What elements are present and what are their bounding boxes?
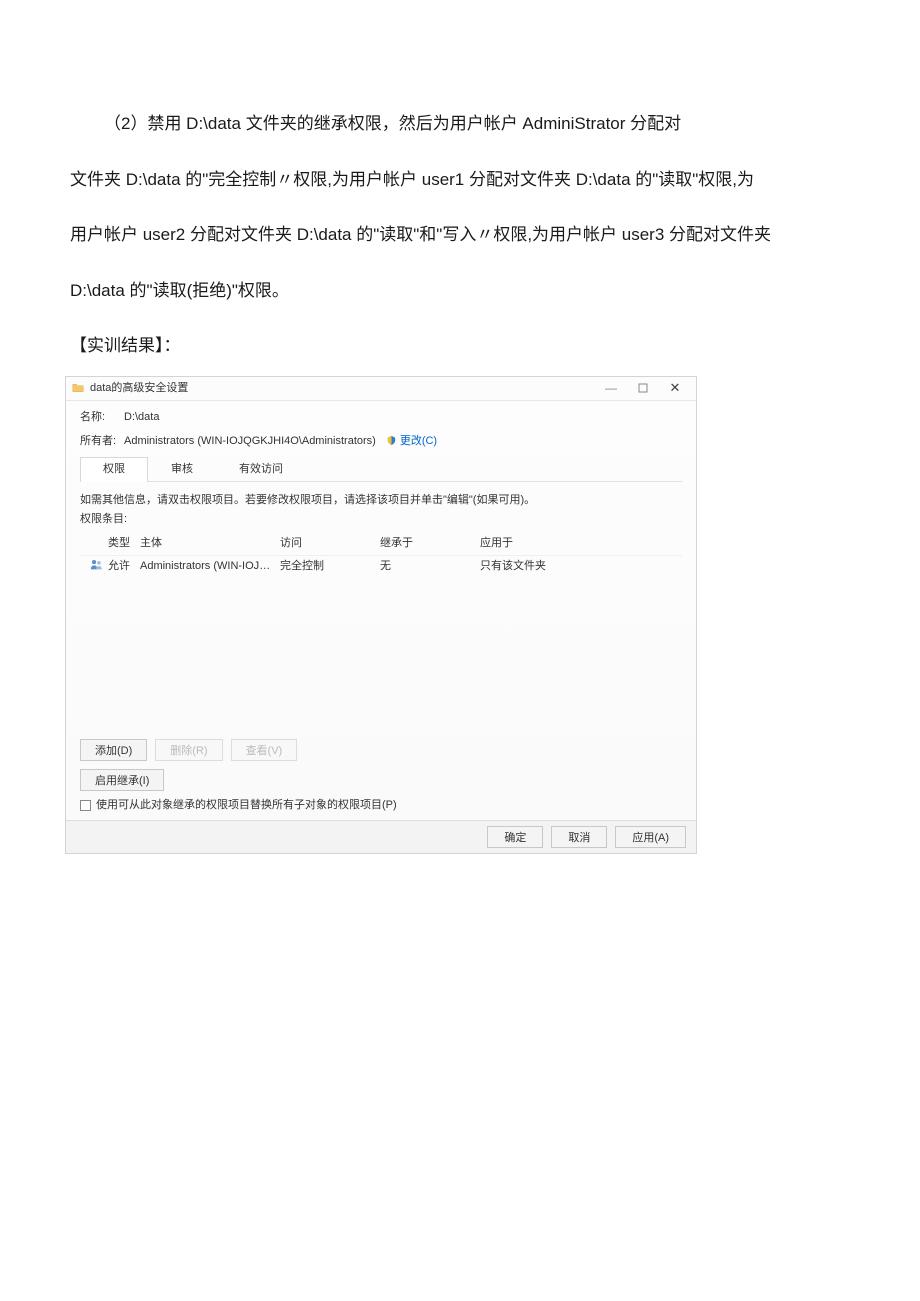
name-row: 名称: D:\data [80,409,682,427]
name-label: 名称: [80,409,124,427]
name-value: D:\data [124,409,159,427]
cancel-button[interactable]: 取消 [551,826,607,848]
enable-inheritance-button[interactable]: 启用继承(I) [80,769,164,791]
tabs: 权限 审核 有效访问 [80,456,682,482]
row-type: 允许 [108,558,140,578]
doc-paragraph: 文件夹 D:\data 的"完全控制〃权限,为用户帐户 user1 分配对文件夹… [70,156,850,204]
permissions-list-header: 类型 主体 访问 继承于 应用于 [80,533,682,556]
permissions-list[interactable]: 允许 Administrators (WIN-IOJQGKJHI... 完全控制… [80,556,682,731]
dialog-titlebar: data的高级安全设置 — ✕ [66,377,696,401]
minimize-button[interactable]: — [596,378,626,398]
maximize-button[interactable] [628,378,658,398]
row-applies: 只有该文件夹 [480,558,682,578]
inherit-button-row: 启用继承(I) [80,769,682,791]
col-inherited-header: 继承于 [380,535,480,553]
change-owner-link[interactable]: 更改(C) [386,433,437,451]
row-inherited: 无 [380,558,480,578]
tab-permissions[interactable]: 权限 [80,457,148,482]
entries-label: 权限条目: [80,511,682,529]
tab-content-permissions: 如需其他信息，请双击权限项目。若要修改权限项目，请选择该项目并单击"编辑"(如果… [80,488,682,814]
col-principal-header: 主体 [140,535,280,553]
doc-paragraph: （2）禁用 D:\data 文件夹的继承权限，然后为用户帐户 AdminiStr… [70,100,850,148]
replace-checkbox-row: 使用可从此对象继承的权限项目替换所有子对象的权限项目(P) [80,797,682,815]
replace-checkbox-label: 使用可从此对象继承的权限项目替换所有子对象的权限项目(P) [96,797,397,815]
close-button[interactable]: ✕ [660,378,690,398]
dialog-title: data的高级安全设置 [90,380,594,398]
col-applies-header: 应用于 [480,535,682,553]
table-row[interactable]: 允许 Administrators (WIN-IOJQGKJHI... 完全控制… [80,556,682,580]
ok-button[interactable]: 确定 [487,826,543,848]
row-principal-icon [90,558,108,578]
remove-button: 删除(R) [155,739,222,761]
doc-paragraph: 用户帐户 user2 分配对文件夹 D:\data 的"读取"和"写入〃权限,为… [70,211,850,259]
entry-buttons-row: 添加(D) 删除(R) 查看(V) [80,739,682,761]
dialog-body: 名称: D:\data 所有者: Administrators (WIN-IOJ… [66,401,696,820]
col-icon-header [90,535,108,553]
row-principal: Administrators (WIN-IOJQGKJHI... [140,558,280,578]
replace-checkbox[interactable] [80,800,91,811]
col-access-header: 访问 [280,535,380,553]
result-section-title: 【实训结果】： [70,322,850,370]
owner-row: 所有者: Administrators (WIN-IOJQGKJHI4O\Adm… [80,433,682,451]
shield-icon [386,435,397,446]
view-button: 查看(V) [231,739,298,761]
owner-label: 所有者: [80,433,124,451]
hint-text: 如需其他信息，请双击权限项目。若要修改权限项目，请选择该项目并单击"编辑"(如果… [80,492,682,510]
add-button[interactable]: 添加(D) [80,739,147,761]
advanced-security-dialog: data的高级安全设置 — ✕ 名称: D:\data 所有者: Adminis… [65,376,697,854]
col-type-header: 类型 [108,535,140,553]
row-access: 完全控制 [280,558,380,578]
doc-paragraph: D:\data 的"读取(拒绝)"权限。 [70,267,850,315]
tab-effective-access[interactable]: 有效访问 [216,457,306,482]
owner-value: Administrators (WIN-IOJQGKJHI4O\Administ… [124,433,376,451]
apply-button[interactable]: 应用(A) [615,826,686,848]
change-link-text: 更改(C) [400,435,437,447]
tab-audit[interactable]: 审核 [148,457,216,482]
dialog-footer: 确定 取消 应用(A) [66,820,696,853]
folder-icon [72,382,84,394]
